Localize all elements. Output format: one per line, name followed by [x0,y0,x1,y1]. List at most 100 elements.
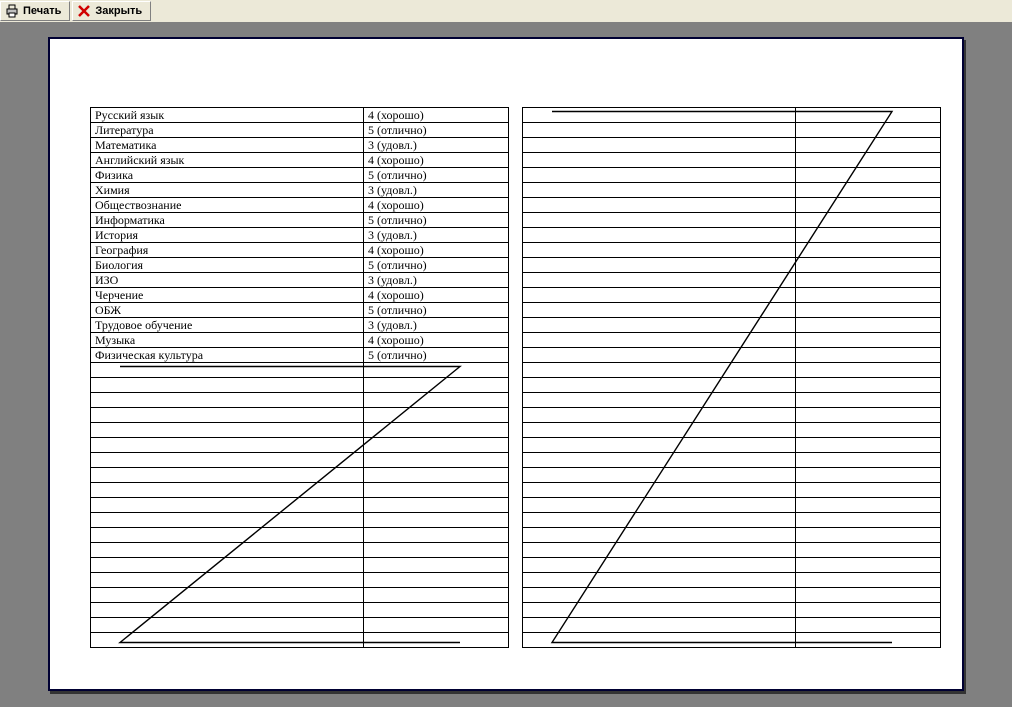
subject-cell: Химия [91,183,364,198]
table-row [91,453,509,468]
subject-cell: Обществознание [91,198,364,213]
grade-cell [796,468,941,483]
table-row [523,348,941,363]
subject-cell: География [91,243,364,258]
subject-cell: Русский язык [91,108,364,123]
subject-cell [523,633,796,648]
subject-cell [91,378,364,393]
subject-cell [523,603,796,618]
subject-cell [91,438,364,453]
grade-cell [796,378,941,393]
table-row [523,423,941,438]
subject-cell [91,453,364,468]
subject-cell [91,513,364,528]
subject-cell: ИЗО [91,273,364,288]
table-row [91,483,509,498]
table-row: Биология5 (отлично) [91,258,509,273]
subject-cell [523,513,796,528]
table-row [523,483,941,498]
grade-cell: 5 (отлично) [364,123,509,138]
grade-cell [796,543,941,558]
table-row: Музыка4 (хорошо) [91,333,509,348]
grade-cell [796,153,941,168]
grade-cell [364,543,509,558]
subject-cell [523,168,796,183]
grade-cell: 5 (отлично) [364,213,509,228]
table-row [523,168,941,183]
subject-cell [523,468,796,483]
grades-table [522,107,941,648]
grade-cell: 3 (удовл.) [364,228,509,243]
table-row [523,618,941,633]
table-row: Физика5 (отлично) [91,168,509,183]
subject-cell: Физическая культура [91,348,364,363]
subject-cell [523,363,796,378]
table-row: ИЗО3 (удовл.) [91,273,509,288]
grade-cell [796,498,941,513]
grade-cell [796,318,941,333]
subject-cell [523,408,796,423]
table-row [523,588,941,603]
table-row [523,183,941,198]
table-row [523,573,941,588]
subject-cell [523,618,796,633]
grade-cell [796,108,941,123]
grade-cell [796,273,941,288]
subject-cell: Физика [91,168,364,183]
grade-cell [796,333,941,348]
table-row [523,528,941,543]
grade-cell: 3 (удовл.) [364,273,509,288]
table-row [523,228,941,243]
subject-cell [523,348,796,363]
close-button[interactable]: Закрыть [72,1,151,21]
table-row [91,498,509,513]
table-row: Информатика5 (отлично) [91,213,509,228]
grade-cell [364,423,509,438]
table-row [523,408,941,423]
subject-cell [523,438,796,453]
grade-cell: 5 (отлично) [364,258,509,273]
table-row: Английский язык4 (хорошо) [91,153,509,168]
print-button[interactable]: Печать [0,1,70,21]
grade-cell [796,513,941,528]
table-row [91,603,509,618]
subject-cell [523,498,796,513]
grade-cell [796,438,941,453]
subject-cell [523,483,796,498]
subject-cell: Биология [91,258,364,273]
subject-cell: Литература [91,123,364,138]
subject-cell [91,528,364,543]
subject-cell [523,303,796,318]
table-row [91,423,509,438]
grade-cell: 4 (хорошо) [364,153,509,168]
table-row: История3 (удовл.) [91,228,509,243]
table-row [91,438,509,453]
subject-cell: История [91,228,364,243]
table-row [91,393,509,408]
grade-cell [364,438,509,453]
table-row: Литература5 (отлично) [91,123,509,138]
print-label: Печать [23,5,61,17]
preview-area: Русский язык4 (хорошо)Литература5 (отлич… [0,23,1012,707]
table-row: Химия3 (удовл.) [91,183,509,198]
table-row [523,333,941,348]
subject-cell [523,183,796,198]
table-row [523,543,941,558]
subject-cell [523,123,796,138]
subject-cell [91,363,364,378]
subject-cell [523,378,796,393]
grade-cell: 5 (отлично) [364,168,509,183]
grade-cell [364,528,509,543]
table-row [523,558,941,573]
table-row [91,618,509,633]
table-row [523,123,941,138]
table-row [523,288,941,303]
grade-cell [796,588,941,603]
table-row [523,603,941,618]
subject-cell [523,138,796,153]
grade-cell [364,363,509,378]
table-row [91,573,509,588]
table-row [523,633,941,648]
grade-cell: 4 (хорошо) [364,198,509,213]
subject-cell [523,213,796,228]
